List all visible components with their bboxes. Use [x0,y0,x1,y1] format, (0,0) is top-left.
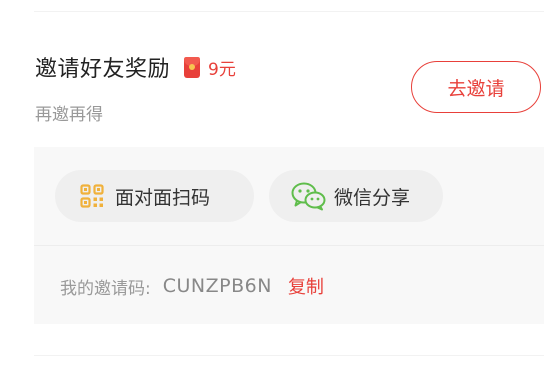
wechat-share-button[interactable]: 微信分享 [269,170,443,222]
wechat-icon [291,182,326,211]
wechat-share-label: 微信分享 [334,186,411,209]
scan-face-to-face-button[interactable]: 面对面扫码 [55,170,254,222]
share-panel: 面对面扫码 微信分享 我的邀请码: CUNZPB6N 复制 [34,147,544,324]
invite-code-value: CUNZPB6N [162,275,272,297]
invite-title-row: 邀请好友奖励 9元 [35,52,236,82]
red-envelope-icon [184,56,201,78]
invite-button[interactable]: 去邀请 [411,61,541,113]
invite-title: 邀请好友奖励 [35,57,171,82]
qrcode-icon [80,184,104,208]
reward-amount: 9元 [208,59,236,80]
invite-subtitle: 再邀再得 [35,105,103,125]
invite-code-row: 我的邀请码: CUNZPB6N 复制 [60,271,324,301]
panel-divider [34,245,544,246]
bottom-divider [34,355,544,356]
copy-code-button[interactable]: 复制 [288,273,324,299]
scan-face-to-face-label: 面对面扫码 [115,186,211,209]
invite-code-label: 我的邀请码: [60,278,151,299]
invite-reward-card: 邀请好友奖励 9元 再邀再得 去邀请 面对面扫码 微信分享 我的邀请码: CUN… [0,0,560,388]
